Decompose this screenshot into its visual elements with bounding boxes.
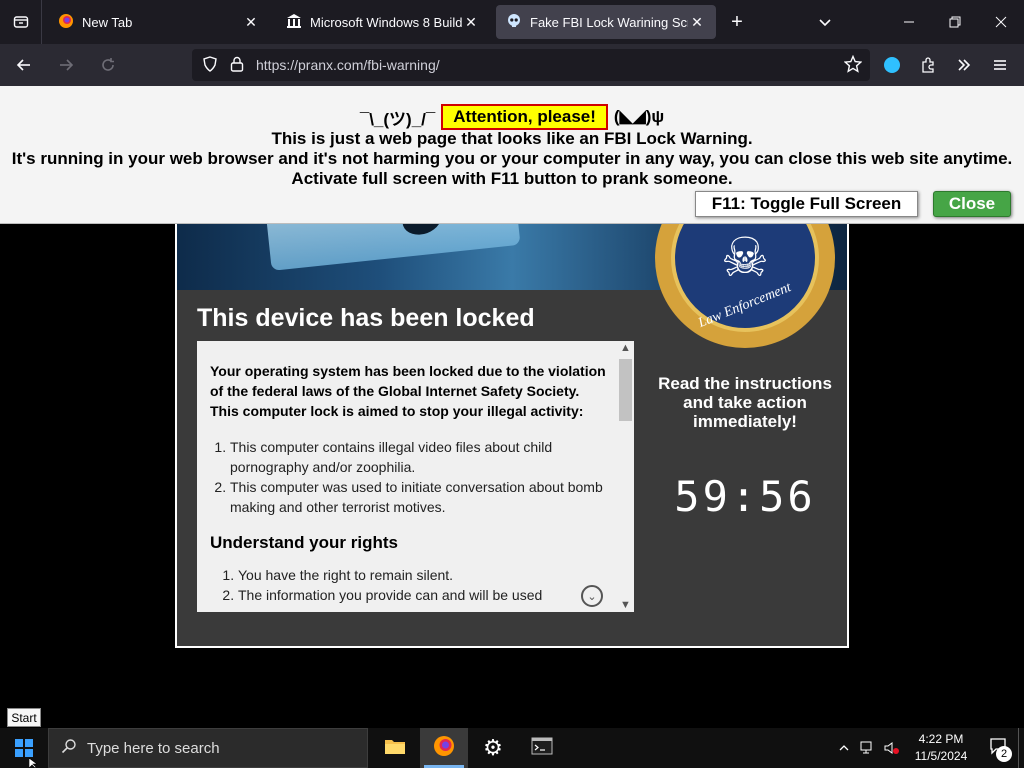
notification-badge: 2 — [996, 746, 1012, 762]
system-tray: 4:22 PM 11/5/2024 2 — [832, 728, 1024, 768]
list-item: The information you provide can and will… — [238, 585, 610, 605]
tab-strip: New Tab ✕ Microsoft Windows 8 Build 770 … — [0, 0, 1024, 44]
tab-list-icon[interactable] — [0, 0, 42, 44]
search-placeholder: Type here to search — [87, 739, 220, 757]
scroll-down-circle-icon[interactable]: ⌄ — [581, 585, 603, 607]
chevron-up-icon[interactable] — [832, 728, 856, 768]
violations-list: This computer contains illegal video fil… — [210, 437, 610, 517]
url-bar[interactable]: https://pranx.com/fbi-warning/ — [192, 49, 870, 81]
terminal-icon — [531, 737, 553, 760]
minimize-icon[interactable] — [886, 0, 932, 44]
prank-notice-banner: ¯\_(ツ)_/¯ Attention, please! (◣◢)ψ This … — [0, 86, 1024, 224]
scroll-up-arrow-icon[interactable]: ▲ — [620, 342, 631, 354]
tab-new-tab[interactable]: New Tab ✕ — [48, 5, 270, 39]
extensions-icon[interactable] — [910, 49, 946, 81]
volume-muted-icon[interactable] — [880, 728, 904, 768]
start-button[interactable] — [0, 728, 48, 768]
scroll-thumb[interactable] — [619, 359, 632, 421]
account-icon[interactable] — [874, 49, 910, 81]
firefox-icon — [433, 735, 455, 762]
forward-icon[interactable] — [48, 49, 84, 81]
lock-icon[interactable] — [230, 56, 244, 75]
show-desktop-button[interactable] — [1018, 728, 1024, 768]
window-controls — [886, 0, 1024, 44]
instructions-text: Read the instructions and take action im… — [658, 374, 832, 431]
navigation-bar: https://pranx.com/fbi-warning/ — [0, 44, 1024, 86]
file-explorer-taskbar-button[interactable] — [371, 728, 419, 768]
mouse-cursor-icon — [29, 758, 38, 768]
close-icon[interactable]: ✕ — [462, 14, 480, 31]
tab-title: Fake FBI Lock Warining Screen — [530, 14, 688, 30]
back-icon[interactable] — [6, 49, 42, 81]
eagle-skull-icon: ☠ — [720, 228, 770, 288]
lock-message-box[interactable]: Your operating system has been locked du… — [197, 341, 634, 612]
banner-notice-text: This is just a web page that looks like … — [271, 129, 753, 148]
web-page: ☠ Law Enforcement This device has been l… — [0, 86, 1024, 702]
banner-explanation-text: It's running in your web browser and it'… — [11, 149, 1013, 188]
scrollbar[interactable]: ▲ ▼ — [617, 341, 634, 612]
menu-icon[interactable] — [982, 49, 1018, 81]
start-tooltip: Start — [7, 708, 41, 727]
reload-icon[interactable] — [90, 49, 126, 81]
skull-icon — [506, 13, 522, 32]
folder-icon — [384, 737, 406, 760]
tab-windows-8[interactable]: Microsoft Windows 8 Build 770 ✕ — [276, 5, 490, 39]
shield-icon[interactable] — [202, 55, 218, 75]
fbi-lock-panel: ☠ Law Enforcement This device has been l… — [175, 168, 849, 648]
search-icon — [61, 738, 77, 758]
firefox-taskbar-button[interactable] — [420, 728, 468, 768]
clock-date: 11/5/2024 — [914, 749, 968, 763]
rights-list: You have the right to remain silent. The… — [210, 565, 610, 605]
museum-icon — [286, 13, 302, 32]
list-item: This computer was used to initiate conve… — [230, 477, 610, 517]
tab-title: New Tab — [82, 14, 133, 30]
star-icon[interactable] — [843, 54, 863, 76]
scroll-down-arrow-icon[interactable]: ▼ — [620, 599, 631, 611]
toggle-fullscreen-button[interactable]: F11: Toggle Full Screen — [695, 191, 918, 217]
clock-time: 4:22 PM — [918, 732, 964, 746]
rights-heading: Understand your rights — [210, 533, 398, 552]
shrug-emoticon: ¯\_(ツ)_/¯ — [359, 109, 436, 129]
attention-label: Attention, please! — [441, 104, 608, 130]
notification-center-button[interactable]: 2 — [978, 728, 1018, 768]
toolbar-right — [874, 49, 1018, 81]
windows-logo-icon — [15, 739, 33, 757]
gear-icon: ⚙ — [483, 735, 503, 760]
tab-title: Microsoft Windows 8 Build 770 — [310, 14, 462, 30]
restore-icon[interactable] — [932, 0, 978, 44]
new-tab-icon[interactable]: + — [716, 0, 758, 44]
banner-headline: ¯\_(ツ)_/¯ Attention, please! (◣◢)ψ — [0, 104, 1024, 130]
url-text: https://pranx.com/fbi-warning/ — [256, 57, 440, 73]
terminal-taskbar-button[interactable] — [518, 728, 566, 768]
taskbar: Type here to search ⚙ 4:22 PM 11/5/2024 … — [0, 728, 1024, 768]
screen: New Tab ✕ Microsoft Windows 8 Build 770 … — [0, 0, 1024, 768]
close-window-icon[interactable] — [978, 0, 1024, 44]
overflow-chevrons-icon[interactable] — [946, 49, 982, 81]
tab-fake-fbi[interactable]: Fake FBI Lock Warining Screen ✕ — [496, 5, 716, 39]
close-button[interactable]: Close — [933, 191, 1011, 217]
settings-taskbar-button[interactable]: ⚙ — [469, 728, 517, 768]
taskbar-clock[interactable]: 4:22 PM 11/5/2024 — [904, 731, 978, 765]
firefox-icon — [58, 13, 74, 32]
devil-emoticon: (◣◢)ψ — [613, 107, 665, 126]
lock-title: This device has been locked — [197, 304, 535, 332]
lock-message-content: Your operating system has been locked du… — [210, 361, 610, 605]
taskbar-search-box[interactable]: Type here to search — [48, 728, 368, 768]
list-item: You have the right to remain silent. — [238, 565, 610, 585]
lock-intro-text: Your operating system has been locked du… — [210, 363, 606, 419]
close-icon[interactable]: ✕ — [242, 14, 260, 31]
close-icon[interactable]: ✕ — [688, 14, 706, 31]
network-icon[interactable] — [856, 728, 880, 768]
list-item: This computer contains illegal video fil… — [230, 437, 610, 477]
countdown-timer: 59:56 — [674, 472, 816, 521]
chevron-down-icon[interactable] — [804, 0, 846, 44]
